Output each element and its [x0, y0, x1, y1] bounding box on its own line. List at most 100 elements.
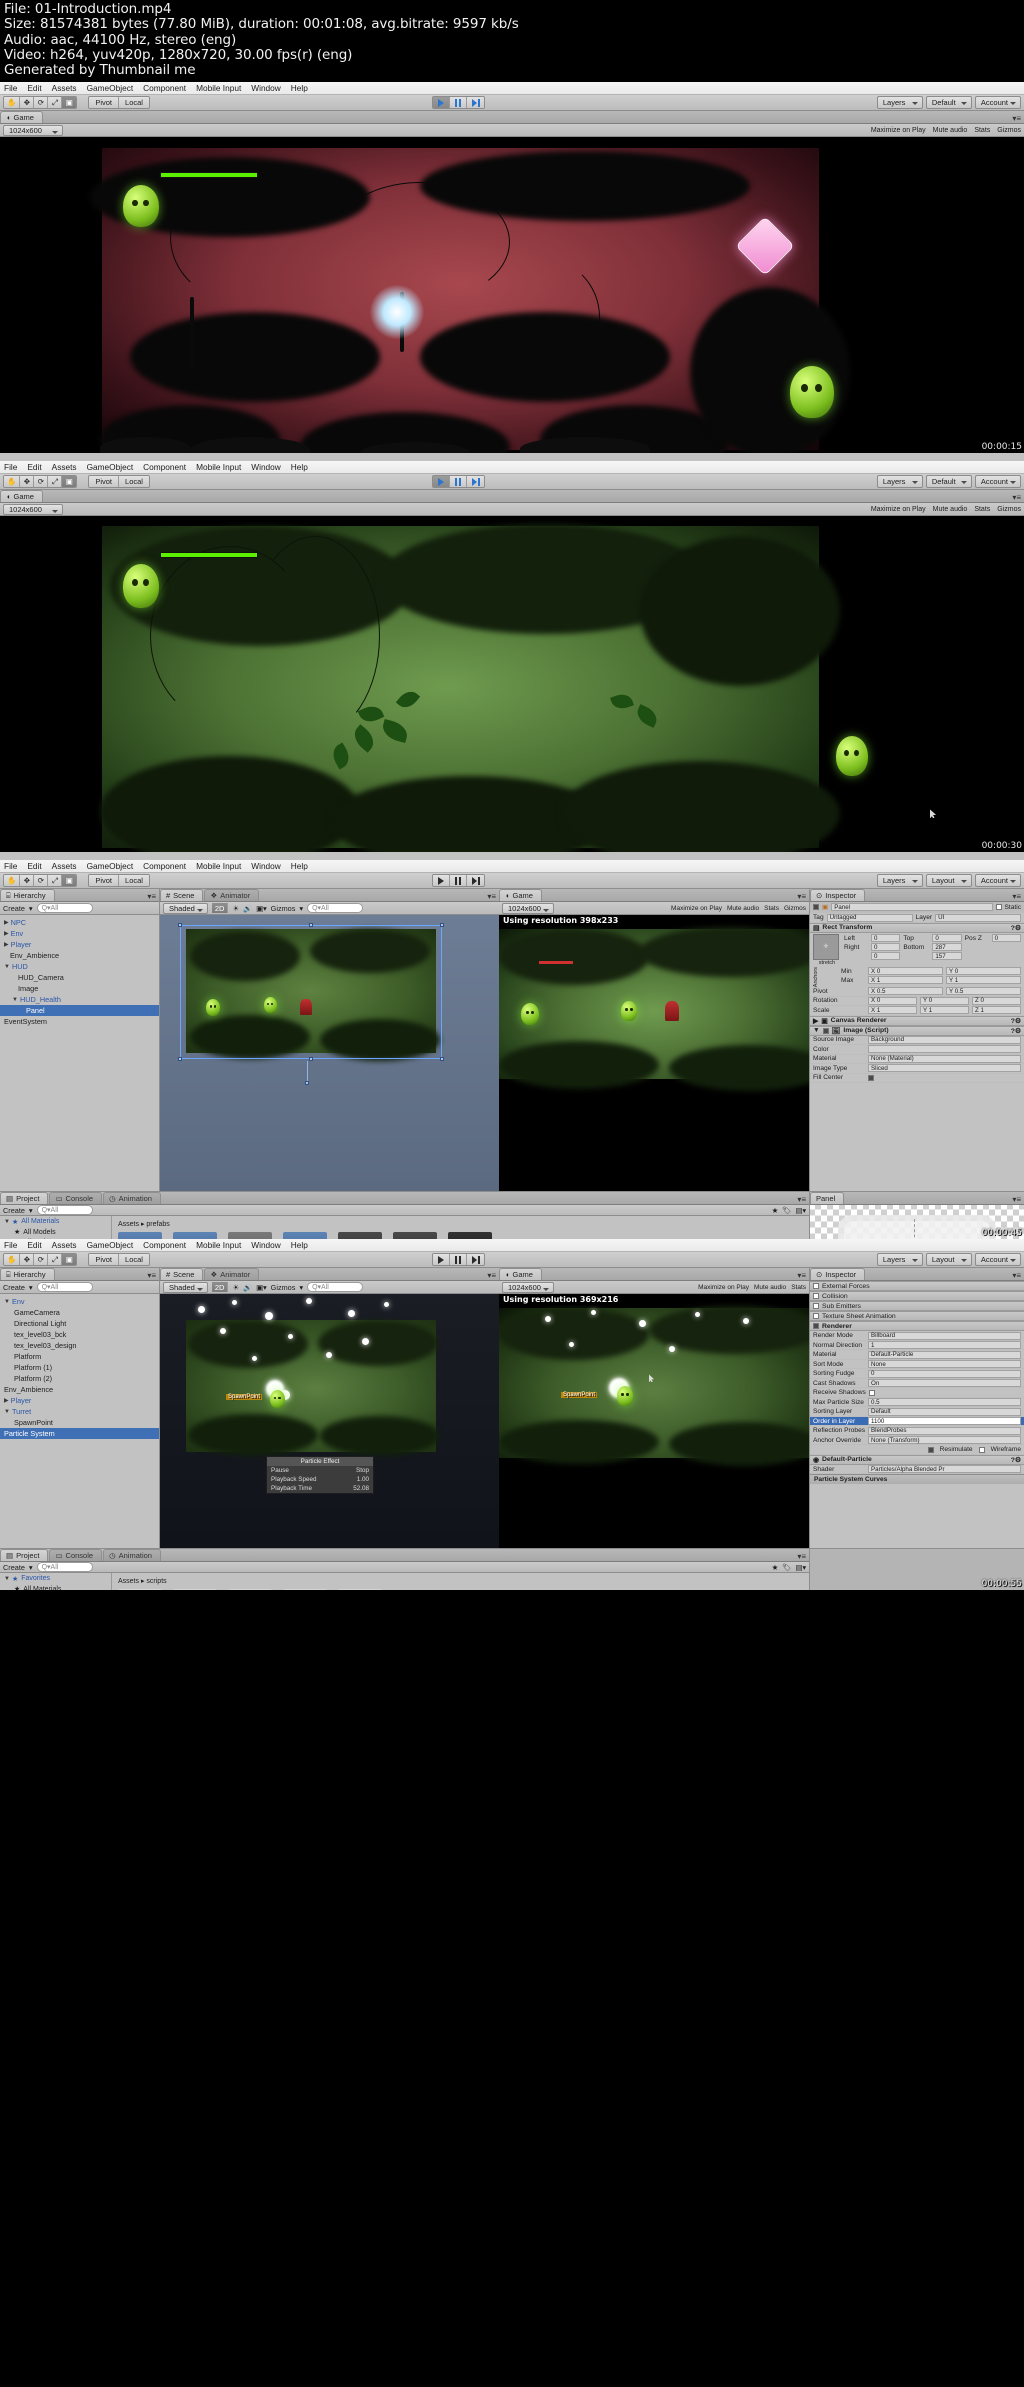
- tag-dropdown-3[interactable]: Untagged: [826, 913, 913, 922]
- material-field-3[interactable]: None (Material): [868, 1054, 1021, 1063]
- rect-handle[interactable]: [440, 1057, 444, 1062]
- move-tool-icon-3[interactable]: ✥: [20, 875, 35, 887]
- hierarchy-item[interactable]: Platform (1): [0, 1362, 159, 1373]
- sorting-layer-dropdown-4[interactable]: Default: [868, 1407, 1021, 1416]
- image-enabled-checkbox-3[interactable]: [822, 1027, 829, 1034]
- cast-shadows-dropdown-4[interactable]: On: [868, 1379, 1021, 1388]
- rect-tool-icon-4[interactable]: ▣: [62, 1254, 77, 1266]
- transform-tools-group-4[interactable]: ✋ ✥ ⟳ ⤢ ▣: [3, 1253, 78, 1267]
- menu-gameobject-4[interactable]: GameObject: [87, 1240, 134, 1250]
- asset-item[interactable]: Turret: [448, 1232, 492, 1240]
- menu-edit[interactable]: Edit: [27, 83, 41, 93]
- max-particle-size-field-4[interactable]: 0.5: [868, 1398, 1021, 1407]
- collision-module-4[interactable]: Collision: [810, 1291, 1024, 1302]
- hierarchy-panel-menu-4[interactable]: ▾≡: [147, 1271, 159, 1280]
- shader-dropdown-4[interactable]: Particles/Alpha Blended Pr: [868, 1465, 1021, 1474]
- expand-arrow-icon[interactable]: ▼: [4, 1219, 10, 1225]
- maximize-on-play-toggle-1[interactable]: Maximize on Play: [871, 127, 926, 134]
- scene-panel-menu-3[interactable]: ▾≡: [487, 892, 499, 901]
- project-create-button-4[interactable]: Create: [3, 1563, 25, 1572]
- renderer-checkbox-4[interactable]: [813, 1323, 819, 1330]
- hierarchy-item[interactable]: Env_Ambience: [0, 950, 159, 961]
- external-forces-module-4[interactable]: External Forces: [810, 1281, 1024, 1292]
- account-dropdown-4[interactable]: Account: [974, 1253, 1021, 1267]
- renderer-module-4[interactable]: Renderer: [810, 1321, 1024, 1332]
- expand-arrow-icon[interactable]: ▶: [4, 930, 9, 937]
- audio-icon-3[interactable]: 🔊: [243, 904, 252, 913]
- image-script-header-3[interactable]: ▼ 🖼 Image (Script) ?⚙: [810, 1025, 1024, 1036]
- layers-dropdown[interactable]: Layers: [876, 96, 923, 110]
- menu-assets-2[interactable]: Assets: [52, 462, 77, 472]
- project-create-button-3[interactable]: Create: [3, 1206, 25, 1215]
- hierarchy-item-selected[interactable]: Particle System: [0, 1428, 159, 1440]
- external-forces-checkbox-4[interactable]: [813, 1283, 819, 1290]
- pivot-group-2[interactable]: Pivot Local: [88, 475, 150, 489]
- hand-tool-icon-3[interactable]: ✋: [4, 875, 21, 887]
- layers-dropdown-3[interactable]: Layers: [876, 874, 923, 888]
- playback-group-2[interactable]: [432, 475, 485, 489]
- hand-tool-icon-2[interactable]: ✋: [4, 476, 21, 488]
- tab-game-4[interactable]: ◖ Game: [499, 1268, 542, 1281]
- menu-mobile-input[interactable]: Mobile Input: [196, 83, 241, 93]
- filter-label-icon-3[interactable]: 🏷: [782, 1206, 791, 1215]
- game-viewport-1[interactable]: 00:00:15: [0, 137, 1024, 454]
- playback-group[interactable]: [432, 96, 485, 110]
- hierarchy-item[interactable]: ▼ Turret: [0, 1406, 159, 1417]
- gizmos-dropdown-4[interactable]: Gizmos: [271, 1283, 296, 1292]
- hierarchy-item[interactable]: EventSystem: [0, 1016, 159, 1027]
- mute-audio-toggle-2[interactable]: Mute audio: [933, 506, 968, 513]
- expand-arrow-icon[interactable]: ▶: [4, 941, 9, 948]
- tab-animator-4[interactable]: ❖ Animator: [204, 1268, 260, 1281]
- menu-help-3[interactable]: Help: [291, 861, 308, 871]
- receive-shadows-checkbox-4[interactable]: [868, 1389, 875, 1396]
- pause-button-2[interactable]: [450, 476, 467, 488]
- resolution-dropdown-3[interactable]: 1024x600: [502, 902, 554, 914]
- move-tool-icon-4[interactable]: ✥: [20, 1254, 35, 1266]
- anchor-preset-widget-3[interactable]: ✛ stretch: [813, 933, 841, 966]
- order-in-layer-field-4[interactable]: 1100: [868, 1417, 1021, 1426]
- pivot-button-3[interactable]: Pivot: [89, 875, 120, 887]
- component-help-icon-3b[interactable]: ?⚙: [1011, 1017, 1021, 1025]
- project-panel-menu-4[interactable]: ▾≡: [797, 1552, 809, 1561]
- menu-window-3[interactable]: Window: [251, 861, 281, 871]
- menu-file[interactable]: File: [4, 83, 17, 93]
- inspector-panel-menu-4[interactable]: ▾≡: [1012, 1271, 1024, 1280]
- transform-tools-group-2[interactable]: ✋ ✥ ⟳ ⤢ ▣: [3, 475, 78, 489]
- move-tool-icon-2[interactable]: ✥: [20, 476, 35, 488]
- render-mode-dropdown-4[interactable]: Billboard: [868, 1331, 1021, 1340]
- pivot-button-4[interactable]: Pivot: [89, 1254, 120, 1266]
- menu-edit-3[interactable]: Edit: [27, 861, 41, 871]
- scale-tool-icon-3[interactable]: ⤢: [48, 875, 63, 887]
- pivot-group-3[interactable]: Pivot Local: [88, 874, 150, 888]
- tab-project-4[interactable]: ▤ Project: [0, 1549, 49, 1562]
- game-panel-menu-4[interactable]: ▾≡: [797, 1271, 809, 1280]
- tab-inspector-4[interactable]: ⊙ Inspector: [810, 1268, 866, 1281]
- expand-arrow-icon[interactable]: ▼: [12, 997, 18, 1003]
- shading-dropdown-3[interactable]: Shaded: [163, 902, 208, 914]
- scale-tool-icon[interactable]: ⤢: [48, 97, 63, 109]
- pivot-button-2[interactable]: Pivot: [89, 476, 120, 488]
- step-button-2[interactable]: [467, 476, 484, 488]
- expand-arrow-icon[interactable]: ▶: [4, 919, 9, 926]
- rect-transform-header-3[interactable]: ▤ Rect Transform ?⚙: [810, 922, 1024, 933]
- menu-gameobject[interactable]: GameObject: [87, 83, 134, 93]
- menu-edit-4[interactable]: Edit: [27, 1240, 41, 1250]
- menu-gameobject-3[interactable]: GameObject: [87, 861, 134, 871]
- lighting-icon-4[interactable]: ☀: [232, 1283, 239, 1292]
- inspector-panel-3[interactable]: ⊙ Inspector ▾≡ ▣ Panel Static Tag Untagge…: [809, 889, 1024, 1192]
- mute-audio-toggle-3[interactable]: Mute audio: [727, 905, 759, 912]
- menu-file-3[interactable]: File: [4, 861, 17, 871]
- tab-animation-4[interactable]: ◷ Animation: [103, 1549, 161, 1562]
- asset-item[interactable]: Platform: [338, 1232, 382, 1240]
- game-panel-menu-3[interactable]: ▾≡: [797, 892, 809, 901]
- menu-edit-2[interactable]: Edit: [27, 462, 41, 472]
- stats-toggle-1[interactable]: Stats: [974, 127, 990, 134]
- play-button-4[interactable]: [433, 1254, 450, 1266]
- inspector-panel-menu-3[interactable]: ▾≡: [1012, 892, 1024, 901]
- fx-icon-4[interactable]: ▣▾: [256, 1283, 267, 1292]
- wireframe-checkbox-4[interactable]: [978, 1446, 985, 1453]
- sorting-fudge-field-4[interactable]: 0: [868, 1369, 1021, 1378]
- sub-emitters-checkbox-4[interactable]: [813, 1303, 819, 1310]
- menu-bar-4[interactable]: File Edit Assets GameObject Component Mo…: [0, 1239, 1024, 1253]
- hierarchy-item[interactable]: Platform: [0, 1351, 159, 1362]
